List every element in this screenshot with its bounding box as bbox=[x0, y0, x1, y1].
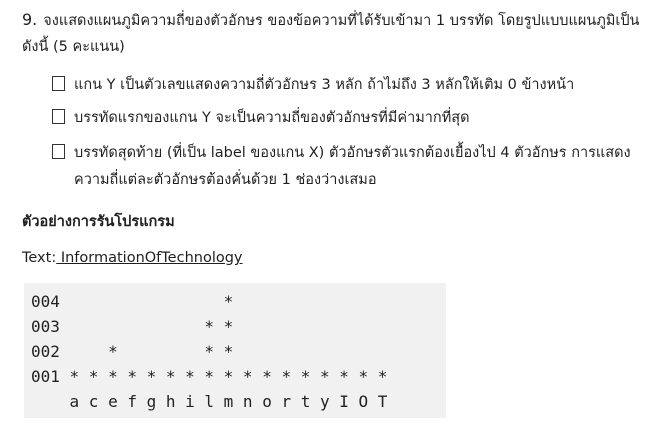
output-line-004: 004 * bbox=[31, 292, 234, 311]
question-line-1: 9. จงแสดงแผนภูมิความถี่ของตัวอักษร ของข้อ… bbox=[22, 9, 639, 32]
criterion-text: บรรทัดสุดท้าย (ที่เป็น label ของแกน X) ต… bbox=[74, 145, 631, 161]
output-x-axis-labels: a c e f g h i l m n o r t y I O T bbox=[31, 392, 388, 411]
checkbox[interactable] bbox=[52, 109, 65, 124]
criterion-1: แกน Y เป็นตัวเลขแสดงความถี่ตัวอักษร 3 หล… bbox=[52, 73, 574, 96]
program-output-block: 004 * 003 * * 002 * * * 001 * * * * * * * *… bbox=[24, 283, 446, 418]
example-heading: ตัวอย่างการรันโปรแกรม bbox=[22, 214, 175, 230]
criterion-text: บรรทัดแรกของแกน Y จะเป็นความถี่ของตัวอัก… bbox=[74, 110, 470, 126]
output-line-001: 001 * * * * * * * * * * * * * * * * * bbox=[31, 367, 388, 386]
example-text-line: Text: InformationOfTechnology bbox=[22, 250, 243, 266]
question-number: 9. bbox=[22, 10, 38, 29]
criterion-3: บรรทัดสุดท้าย (ที่เป็น label ของแกน X) ต… bbox=[52, 141, 631, 164]
checkbox[interactable] bbox=[52, 76, 65, 91]
criterion-text: แกน Y เป็นตัวเลขแสดงความถี่ตัวอักษร 3 หล… bbox=[74, 77, 575, 93]
criterion-3-continuation: ความถี่แต่ละตัวอักษรต้องคั่นด้วย 1 ช่องว… bbox=[74, 172, 377, 188]
text-label: Text: bbox=[22, 250, 57, 266]
question-line-2: ดังนี้ (5 คะแนน) bbox=[22, 39, 125, 55]
output-line-002: 002 * * * bbox=[31, 342, 234, 361]
output-line-003: 003 * * bbox=[31, 317, 234, 336]
question-text: จงแสดงแผนภูมิความถี่ของตัวอักษร ของข้อคว… bbox=[43, 13, 640, 29]
criterion-2: บรรทัดแรกของแกน Y จะเป็นความถี่ของตัวอัก… bbox=[52, 106, 470, 129]
text-value: InformationOfTechnology bbox=[56, 250, 243, 266]
checkbox[interactable] bbox=[52, 144, 65, 159]
